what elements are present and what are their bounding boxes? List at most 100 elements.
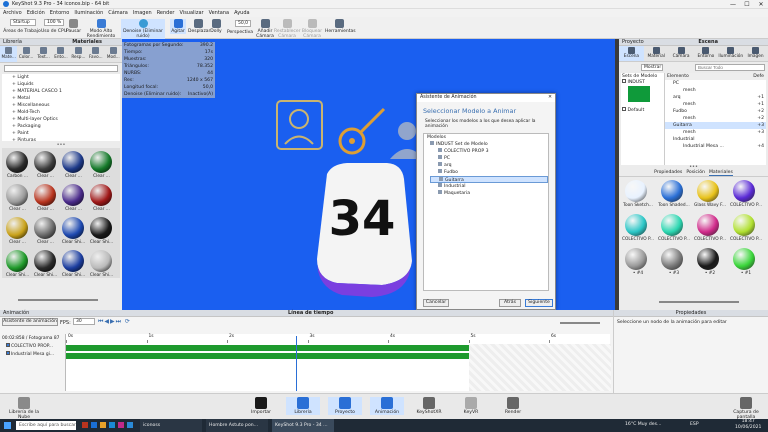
pan-button[interactable]: Desplazar xyxy=(188,19,210,34)
menu-item[interactable]: Edición xyxy=(27,10,45,16)
bottom-button-keyshotxr[interactable]: KeyShotXR xyxy=(412,397,446,415)
bottom-button-librería[interactable]: Librería xyxy=(286,397,320,415)
back-button[interactable]: Atrás xyxy=(499,299,521,307)
project-tab[interactable]: Cámara xyxy=(669,46,694,61)
bottom-button-keyvr[interactable]: KeyVR xyxy=(454,397,488,415)
default-set-item[interactable]: Default xyxy=(622,107,663,113)
menu-item[interactable]: Iluminación xyxy=(74,10,103,16)
scene-element[interactable]: PC xyxy=(665,80,766,87)
next-button[interactable]: Siguiente xyxy=(525,299,553,307)
library-tab[interactable]: Mate... xyxy=(0,46,18,62)
menu-item[interactable]: Archivo xyxy=(3,10,22,16)
bottom-button-animación[interactable]: Animación xyxy=(370,397,404,415)
scene-element[interactable]: Guitarra +3 xyxy=(665,122,766,129)
taskbar-search-input[interactable]: Escribe aquí para buscar xyxy=(16,421,76,430)
properties-subtab[interactable]: Posición xyxy=(686,170,705,176)
folder-item[interactable]: + Miscellaneous xyxy=(12,102,120,109)
folder-item[interactable]: + MATERIAL CASCO 1 xyxy=(12,88,120,95)
model-tree-item[interactable]: COLECTIVO PROP 3 xyxy=(430,148,548,155)
material-thumbnail[interactable] xyxy=(6,250,28,272)
dolly-button[interactable]: Dolly xyxy=(209,19,223,34)
model-tree-item[interactable]: Maquetaria xyxy=(430,190,548,197)
project-tab[interactable]: Imagen xyxy=(743,46,768,61)
scene-material-thumbnail[interactable] xyxy=(733,248,755,270)
folder-item[interactable]: + Light xyxy=(12,74,120,81)
menu-item[interactable]: Cámara xyxy=(108,10,128,16)
library-tab[interactable]: Text... xyxy=(35,46,52,62)
properties-subtab[interactable]: Propiedades xyxy=(654,170,682,176)
project-tab[interactable]: Entorno xyxy=(693,46,718,61)
scene-material-thumbnail[interactable] xyxy=(661,248,683,270)
reset-camera-button[interactable]: Restablecer Cámara xyxy=(274,19,301,39)
folder-item[interactable]: + Mold-Tech xyxy=(12,109,120,116)
scene-material-thumbnail[interactable] xyxy=(625,214,647,236)
clock[interactable]: 18:47 10/06/2021 xyxy=(735,419,761,431)
model-tree-item[interactable]: arq xyxy=(430,162,548,169)
model-tree-item[interactable]: PC xyxy=(430,155,548,162)
pause-button[interactable]: Pausar xyxy=(66,19,81,34)
scene-search-input[interactable] xyxy=(695,64,765,71)
library-tab[interactable]: Mod... xyxy=(105,46,122,62)
denoise-button[interactable]: Denoise (Eliminar ruido) xyxy=(121,19,165,39)
fps-select[interactable]: 30 xyxy=(73,318,95,325)
scene-element[interactable]: Fudbo +2 xyxy=(665,108,766,115)
material-thumbnail[interactable] xyxy=(62,151,84,173)
material-thumbnail[interactable] xyxy=(6,217,28,239)
library-tab[interactable]: Resp... xyxy=(70,46,87,62)
taskbar-app-icon[interactable] xyxy=(118,422,124,428)
cancel-button[interactable]: Cancelar xyxy=(423,299,449,307)
material-thumbnail[interactable] xyxy=(34,151,56,173)
scene-element[interactable]: Industrial xyxy=(665,136,766,143)
bottom-button-proyecto[interactable]: Proyecto xyxy=(328,397,362,415)
checkbox-icon[interactable] xyxy=(622,79,626,83)
material-thumbnail[interactable] xyxy=(62,184,84,206)
timeline-playhead[interactable] xyxy=(296,336,298,391)
minimize-button[interactable]: — xyxy=(726,0,740,9)
menu-item[interactable]: Visualizar xyxy=(180,10,204,16)
folder-item[interactable]: + Multi-layer Optics xyxy=(12,116,120,123)
cloud-library-button[interactable]: Librería de la Nube xyxy=(4,397,44,420)
scene-material-thumbnail[interactable] xyxy=(625,180,647,202)
scene-element[interactable]: mesh +2 xyxy=(665,115,766,122)
model-set-item[interactable]: INDUST xyxy=(622,79,663,85)
library-search-input[interactable] xyxy=(4,65,118,72)
material-thumbnail[interactable] xyxy=(34,217,56,239)
windows-start-icon[interactable] xyxy=(4,422,11,429)
workspace-select[interactable]: Startup xyxy=(10,19,36,26)
shake-button[interactable]: Agitar xyxy=(170,19,186,34)
timeline-zoom-slider[interactable] xyxy=(560,322,600,324)
material-thumbnail[interactable] xyxy=(6,184,28,206)
fov-input[interactable]: 50,0 xyxy=(235,20,251,27)
taskbar-window[interactable]: iconoss xyxy=(140,419,202,432)
checkbox-icon[interactable] xyxy=(622,107,626,111)
bottom-button-importar[interactable]: Importar xyxy=(244,397,278,415)
menu-item[interactable]: Imagen xyxy=(133,10,152,16)
animation-wizard-button[interactable]: Asistente de animación xyxy=(2,318,58,326)
taskbar-window[interactable]: KeyShot 9.3 Pro - 34 ... xyxy=(272,419,334,432)
performance-mode-button[interactable]: Modo Alto Rendimiento xyxy=(82,19,120,39)
model-tree-item[interactable]: Guitarra xyxy=(430,176,548,183)
timeline-area[interactable]: 0s 1s 2s 3s 4s 5s 6s xyxy=(65,334,611,391)
scene-material-thumbnail[interactable] xyxy=(625,248,647,270)
language-label[interactable]: ESP xyxy=(690,422,699,427)
scene-material-thumbnail[interactable] xyxy=(697,214,719,236)
project-tab[interactable]: Iluminación xyxy=(718,46,743,61)
taskbar-app-icon[interactable] xyxy=(100,422,106,428)
project-tab[interactable]: Escena xyxy=(619,46,644,61)
scene-element[interactable]: mesh xyxy=(665,87,766,94)
menu-item[interactable]: Render xyxy=(157,10,175,16)
menu-item[interactable]: Ventana xyxy=(209,10,230,16)
scene-material-thumbnail[interactable] xyxy=(697,248,719,270)
playback-controls[interactable]: ⏮◀▶⏭ ⟳ xyxy=(98,318,131,326)
animation-track-bar[interactable] xyxy=(66,345,469,351)
taskbar-app-icon[interactable] xyxy=(91,422,97,428)
animation-track-label[interactable]: COLECTIVO PROP... xyxy=(6,343,64,351)
model-tree-item[interactable]: Industrial xyxy=(430,183,548,190)
checkbox-icon[interactable] xyxy=(6,343,10,347)
scene-element[interactable]: mesh +1 xyxy=(665,101,766,108)
taskbar-app-icon[interactable] xyxy=(82,422,88,428)
animation-track-label[interactable]: Industrial Mesa gi... xyxy=(6,351,64,359)
folder-item[interactable]: + Packaging xyxy=(12,123,120,130)
folder-item[interactable]: + Pinturas xyxy=(12,137,120,141)
checkbox-icon[interactable] xyxy=(6,351,10,355)
